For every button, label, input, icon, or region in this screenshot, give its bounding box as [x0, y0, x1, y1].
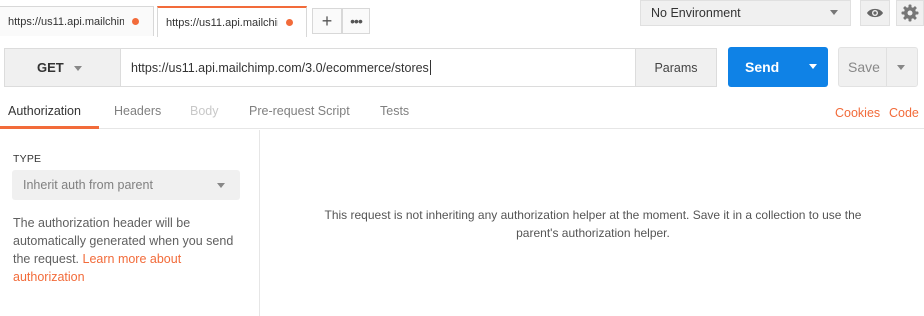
- tab-tests[interactable]: Tests: [380, 104, 409, 118]
- auth-type-value: Inherit auth from parent: [23, 178, 153, 192]
- active-tab-indicator: [0, 126, 99, 129]
- tab-title: https://us11.api.mailchimp.com/3.0/ecomm…: [166, 16, 278, 29]
- request-subtabs: Authorization Headers Body Pre-request S…: [0, 96, 924, 129]
- request-tab[interactable]: https://us11.api.mailchimp.com/3.0/ecomm…: [0, 6, 154, 36]
- unsaved-changes-dot: [286, 19, 293, 26]
- tab-headers[interactable]: Headers: [114, 104, 161, 118]
- save-label: Save: [848, 59, 880, 75]
- divider: [886, 48, 887, 86]
- send-label: Send: [745, 59, 780, 75]
- environment-select-value: No Environment: [651, 6, 741, 20]
- environment-quick-look-button[interactable]: [860, 0, 890, 26]
- gear-icon: [901, 4, 919, 22]
- tab-pre-request-script[interactable]: Pre-request Script: [249, 104, 350, 118]
- new-tab-button[interactable]: +: [312, 8, 342, 34]
- send-button[interactable]: Send: [728, 47, 828, 87]
- auth-type-select[interactable]: Inherit auth from parent: [12, 170, 240, 200]
- save-options-chevron-icon[interactable]: [897, 65, 905, 70]
- chevron-down-icon: [74, 66, 82, 71]
- tab-authorization[interactable]: Authorization: [8, 104, 81, 118]
- text-cursor: [429, 60, 431, 75]
- settings-button[interactable]: [896, 0, 924, 26]
- auth-type-label: TYPE: [13, 153, 42, 165]
- request-tab-active[interactable]: https://us11.api.mailchimp.com/3.0/ecomm…: [157, 6, 307, 37]
- auth-info-message: This request is not inheriting any autho…: [324, 208, 862, 240]
- params-button[interactable]: Params: [636, 48, 717, 87]
- auth-description: The authorization header will be automat…: [13, 214, 253, 286]
- tab-body[interactable]: Body: [190, 104, 219, 118]
- save-button[interactable]: Save: [838, 47, 918, 87]
- url-value: https://us11.api.mailchimp.com/3.0/ecomm…: [131, 60, 429, 75]
- chevron-down-icon: [217, 183, 225, 188]
- chevron-down-icon: [830, 10, 838, 15]
- send-options-chevron-icon[interactable]: [809, 64, 817, 69]
- eye-icon: [867, 8, 883, 18]
- method-value: GET: [37, 60, 64, 75]
- cookies-link[interactable]: Cookies: [835, 106, 880, 120]
- code-link[interactable]: Code: [889, 106, 919, 120]
- method-select[interactable]: GET: [4, 48, 120, 87]
- more-tabs-button[interactable]: •••: [342, 8, 370, 34]
- url-input[interactable]: https://us11.api.mailchimp.com/3.0/ecomm…: [120, 48, 636, 87]
- environment-select[interactable]: No Environment: [640, 0, 851, 26]
- unsaved-changes-dot: [132, 18, 139, 25]
- auth-settings-panel: TYPE Inherit auth from parent The author…: [0, 130, 260, 316]
- tab-title: https://us11.api.mailchimp.com/3.0/ecomm…: [8, 15, 124, 28]
